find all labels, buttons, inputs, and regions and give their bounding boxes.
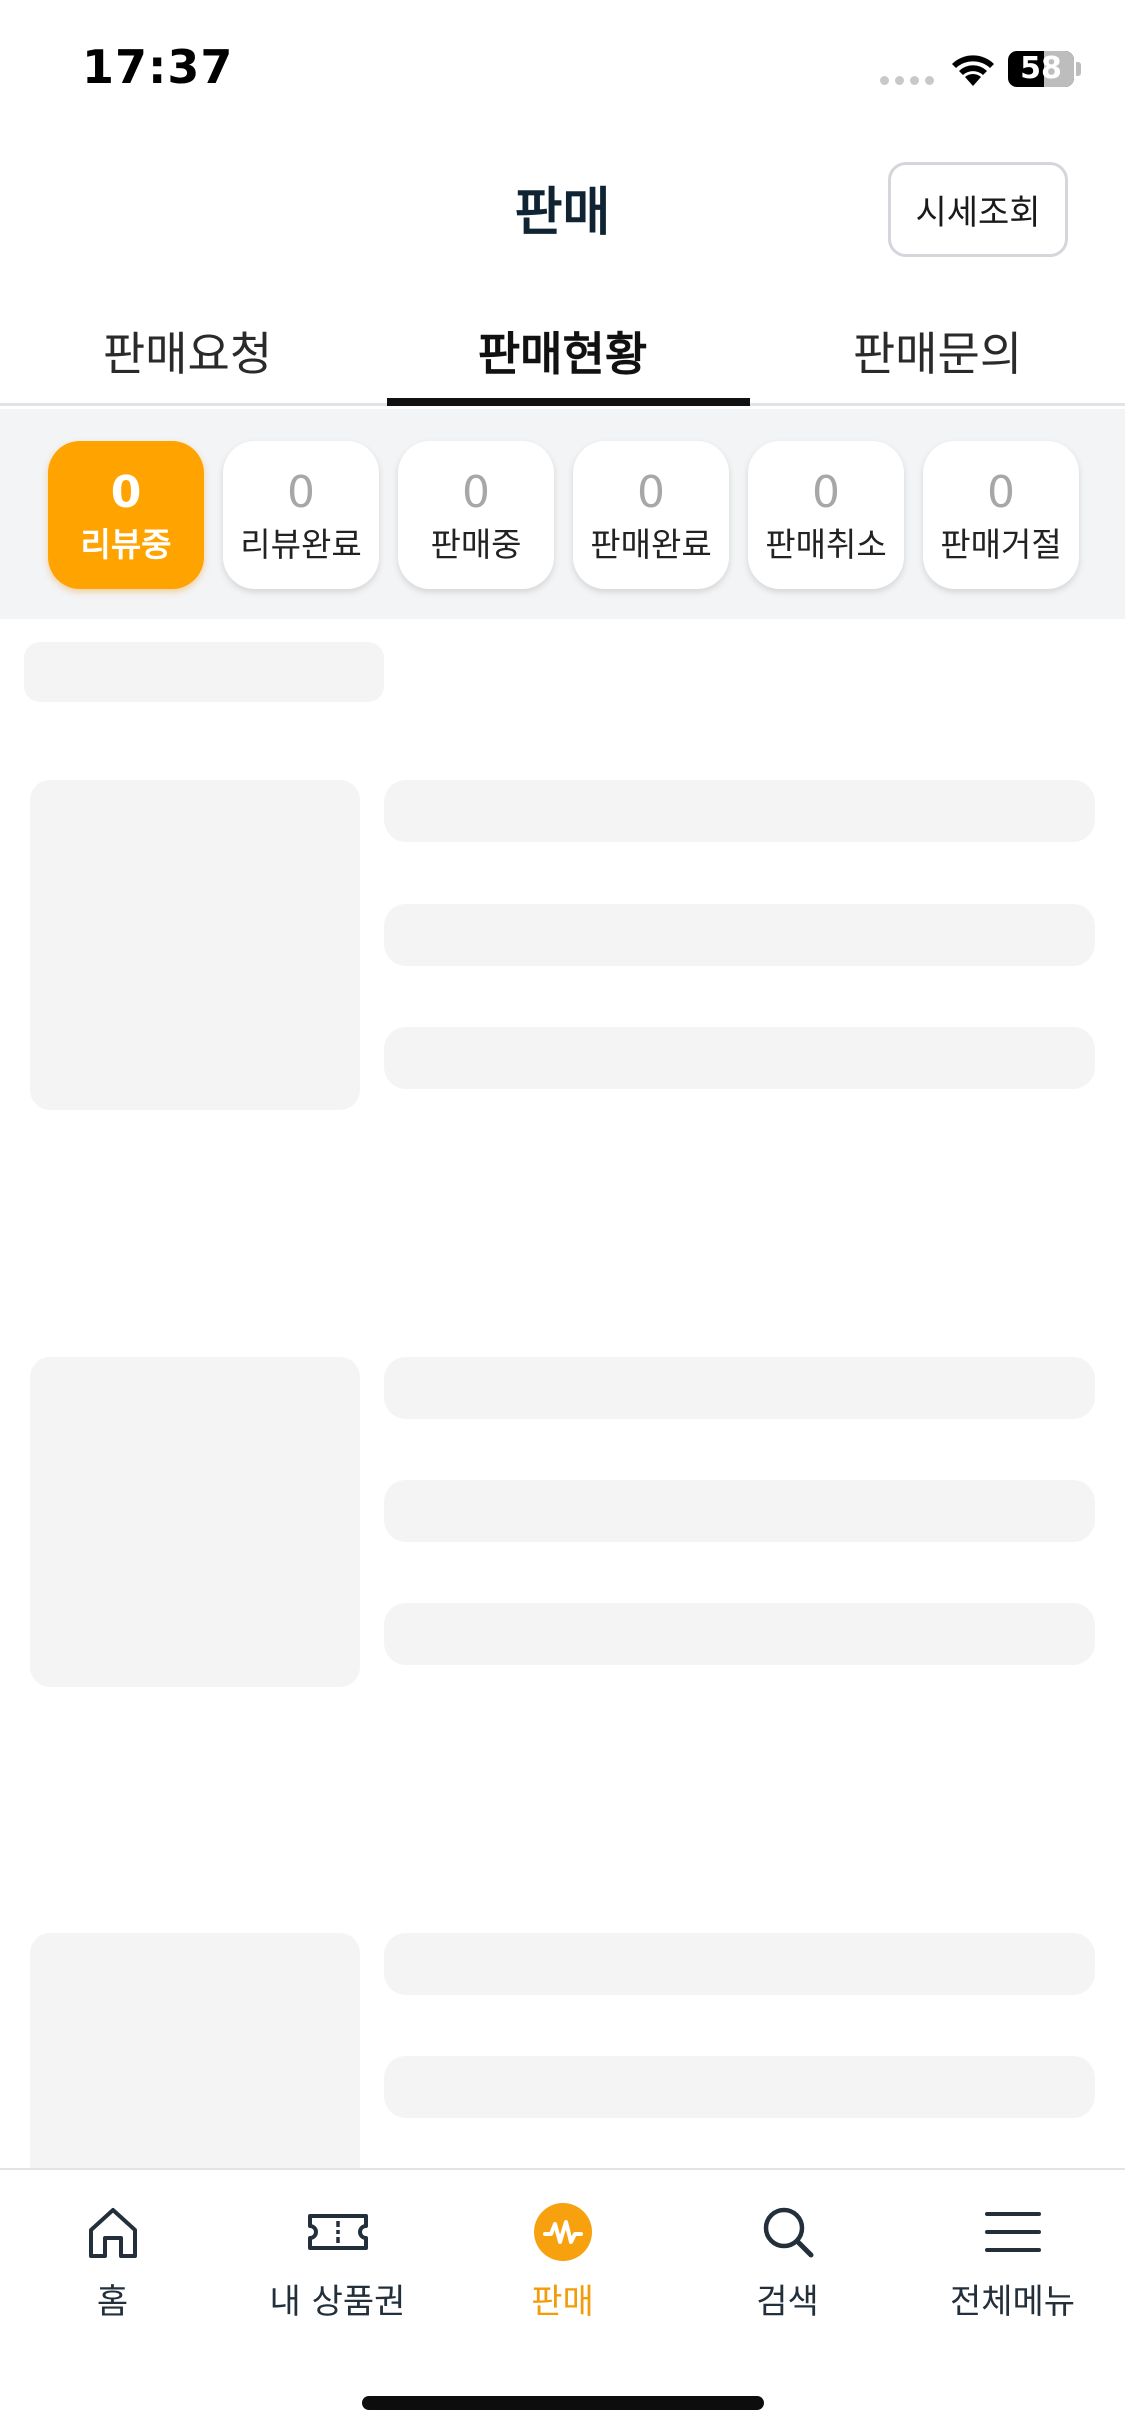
home-icon [88, 2208, 137, 2258]
home-indicator [362, 2396, 764, 2410]
wifi-icon [952, 55, 994, 86]
tab-sell-inquiry[interactable]: 판매문의 [750, 300, 1125, 403]
skeleton-thumbnail [30, 1933, 360, 2168]
filter-label: 판매거절 [940, 525, 1062, 564]
filter-cancelled[interactable]: 0 판매취소 [748, 441, 904, 589]
battery-tip [1076, 62, 1081, 76]
status-time: 17:37 [82, 40, 234, 94]
skeleton-line [384, 1933, 1095, 1995]
skeleton-line [384, 1603, 1095, 1665]
skeleton-line [384, 2056, 1095, 2118]
filter-label: 판매완료 [590, 525, 712, 564]
skeleton-thumbnail [30, 1357, 360, 1687]
filter-label: 판매중 [430, 525, 522, 564]
skeleton-line [384, 1357, 1095, 1419]
status-filter-bar: 0 리뷰중 0 리뷰완료 0 판매중 0 판매완료 0 판매취소 0 판매거절 [0, 409, 1125, 619]
nav-label: 판매 [531, 2282, 594, 2322]
price-lookup-button[interactable]: 시세조회 [888, 162, 1068, 257]
filter-count: 0 [110, 467, 142, 518]
filter-selling[interactable]: 0 판매중 [398, 441, 554, 589]
filter-label: 판매취소 [765, 525, 887, 564]
battery-level: 58 [1020, 51, 1062, 86]
filter-label: 리뷰완료 [240, 525, 362, 564]
nav-label: 전체메뉴 [949, 2282, 1076, 2322]
filter-count: 0 [812, 467, 840, 518]
skeleton-thumbnail [30, 780, 360, 1110]
cellular-signal-icon [880, 76, 934, 85]
tab-bar: 판매요청 판매현황 판매문의 [0, 300, 1125, 406]
nav-label: 홈 [96, 2282, 129, 2322]
won-sell-icon [533, 2203, 592, 2261]
nav-sell[interactable]: 판매 [450, 2200, 675, 2323]
filter-rejected[interactable]: 0 판매거절 [923, 441, 1079, 589]
skeleton-line [384, 1480, 1095, 1542]
status-bar: 17:37 58 [0, 0, 1125, 140]
nav-label: 검색 [756, 2282, 819, 2322]
filter-reviewing[interactable]: 0 리뷰중 [48, 441, 204, 589]
tab-sell-status[interactable]: 판매현황 [375, 300, 750, 406]
nav-label: 내 상품권 [269, 2282, 406, 2322]
tab-sell-request[interactable]: 판매요청 [0, 300, 375, 403]
filter-label: 리뷰중 [80, 525, 172, 564]
ticket-icon [307, 2214, 368, 2250]
filter-count: 0 [287, 467, 315, 518]
filter-count: 0 [462, 467, 490, 518]
nav-my-vouchers[interactable]: 내 상품권 [225, 2200, 450, 2323]
filter-count: 0 [987, 467, 1015, 518]
filter-sold[interactable]: 0 판매완료 [573, 441, 729, 589]
search-icon [763, 2207, 813, 2258]
nav-all-menu[interactable]: 전체메뉴 [900, 2200, 1125, 2323]
skeleton-header-bar [24, 642, 384, 702]
skeleton-line [384, 904, 1095, 966]
nav-search[interactable]: 검색 [675, 2200, 900, 2323]
menu-icon [984, 2212, 1041, 2252]
filter-count: 0 [637, 467, 665, 518]
nav-home[interactable]: 홈 [0, 2200, 225, 2323]
skeleton-line [384, 780, 1095, 842]
filter-review-complete[interactable]: 0 리뷰완료 [223, 441, 379, 589]
battery-icon: 58 [1008, 51, 1074, 87]
skeleton-line [384, 1027, 1095, 1089]
